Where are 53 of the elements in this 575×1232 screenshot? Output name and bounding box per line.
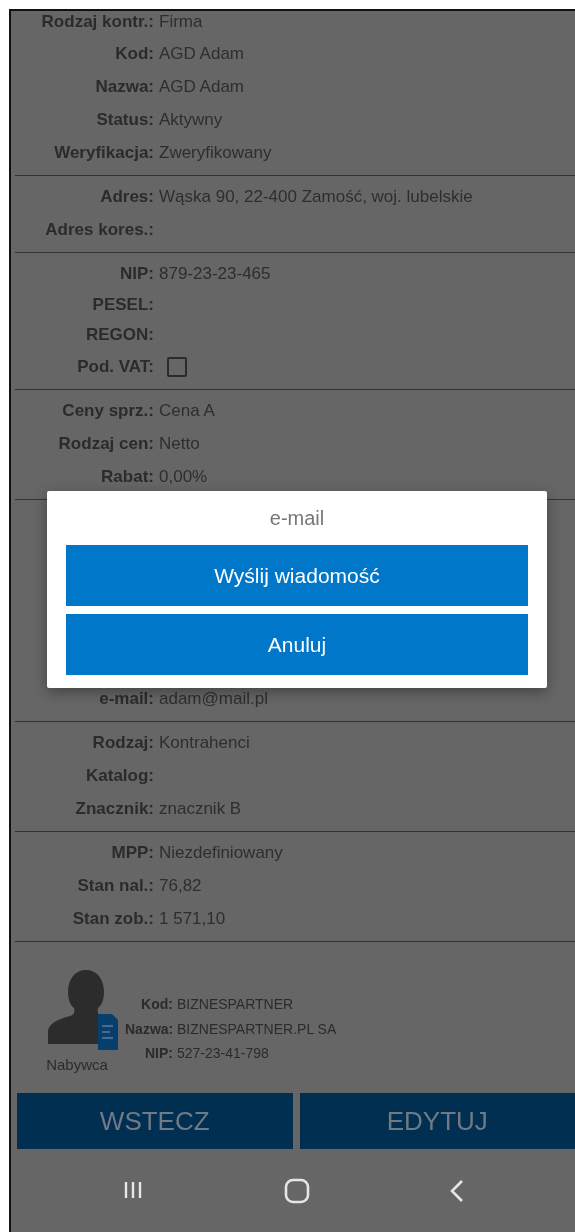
field-label: Stan zob.: <box>71 908 154 929</box>
cancel-button[interactable]: Anuluj <box>66 614 528 675</box>
field-label: Pod. VAT: <box>76 356 154 377</box>
field-value: adam@mail.pl <box>159 688 268 709</box>
field-label: Znacznik: <box>74 798 154 819</box>
field-value: BIZNESPARTNER <box>177 996 294 1013</box>
person-document-icon <box>48 970 118 1050</box>
field-label: Rodzaj cen: <box>57 433 154 454</box>
field-value: BIZNESPARTNER.PL SA <box>177 1020 337 1037</box>
field-value: Cena A <box>159 400 215 421</box>
field-value: Netto <box>159 433 200 454</box>
field-label: Kod: <box>114 43 154 64</box>
field-value: AGD Adam <box>159 76 245 97</box>
field-label: Rodzaj kontr.: <box>40 12 154 32</box>
dialog-title: e-mail <box>268 506 326 531</box>
field-label: Weryfikacja: <box>53 142 154 163</box>
field-label: e-mail: <box>98 688 154 709</box>
field-value: Aktywny <box>159 109 223 130</box>
field-value: 0,00% <box>159 466 208 487</box>
field-value: 879-23-23-465 <box>159 263 271 284</box>
field-label: Rabat: <box>100 466 154 487</box>
field-value: Wąska 90, 22-400 Zamość, woj. lubelskie <box>159 186 473 207</box>
field-label: Ceny sprz.: <box>61 400 154 421</box>
checkbox[interactable] <box>167 356 187 377</box>
field-label: REGON: <box>85 325 154 345</box>
field-label: Nazwa: <box>94 76 154 97</box>
field-label: NIP: <box>144 1045 173 1062</box>
edit-button[interactable]: EDYTUJ <box>299 1093 575 1149</box>
field-value: AGD Adam <box>159 43 245 64</box>
field-value: Firma <box>159 12 203 32</box>
field-label: NIP: <box>119 263 154 284</box>
field-value: 76,82 <box>159 875 202 896</box>
field-value: Zweryfikowany <box>159 142 272 163</box>
field-label: Adres: <box>99 186 154 207</box>
field-value: znacznik B <box>159 798 242 819</box>
back-icon[interactable] <box>449 1178 466 1203</box>
field-label: Stan nal.: <box>76 875 154 896</box>
field-label: Adres kores.: <box>44 219 154 240</box>
send-message-button[interactable]: Wyślij wiadomość <box>66 545 528 606</box>
field-label: Status: <box>95 109 154 130</box>
field-value: 527-23-41-798 <box>177 1045 269 1062</box>
caption: Nabywca <box>46 1056 108 1073</box>
field-value: Kontrahenci <box>159 732 250 753</box>
field-label: Nazwa: <box>125 1020 173 1037</box>
field-label: PESEL: <box>91 295 154 315</box>
home-icon[interactable] <box>284 1177 310 1204</box>
field-label: MPP: <box>110 842 154 863</box>
field-value: 1 571,10 <box>159 908 226 929</box>
field-label: Kod: <box>140 996 173 1013</box>
back-button[interactable]: WSTECZ <box>17 1093 293 1149</box>
field-label: Katalog: <box>85 765 154 786</box>
field-label: Rodzaj: <box>91 732 154 753</box>
field-value: Niezdefiniowany <box>159 842 283 863</box>
